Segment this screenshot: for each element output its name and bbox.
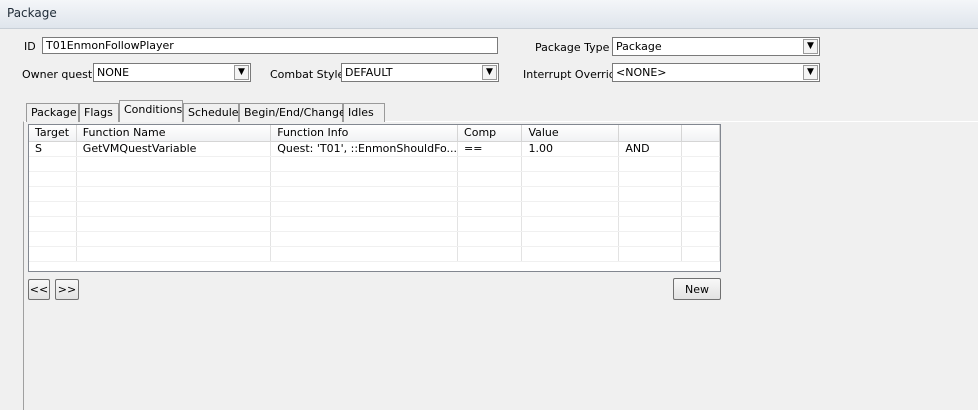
table-row-empty[interactable] <box>29 231 720 247</box>
interrupt-override-value: <NONE> <box>616 66 667 79</box>
column-header-or[interactable] <box>618 125 683 142</box>
chevron-down-icon[interactable]: ▼ <box>803 65 818 80</box>
chevron-down-icon[interactable]: ▼ <box>803 39 818 54</box>
tab-conditions[interactable]: Conditions <box>119 100 183 122</box>
tab-schedule[interactable]: Schedule <box>183 103 239 122</box>
table-row-empty[interactable] <box>29 246 720 262</box>
column-header-blank <box>681 125 720 142</box>
id-input[interactable]: T01EnmonFollowPlayer <box>42 37 498 54</box>
cell-comp: == <box>457 141 523 157</box>
table-row[interactable]: S GetVMQuestVariable Quest: 'T01', ::Enm… <box>29 141 720 157</box>
cell-value: 1.00 <box>521 141 620 157</box>
cell-target: S <box>29 141 77 157</box>
new-button[interactable]: New <box>673 278 721 300</box>
tab-begin-end-change[interactable]: Begin/End/Change <box>239 103 346 122</box>
tab-package[interactable]: Package <box>26 103 79 122</box>
package-type-label: Package Type <box>535 41 610 54</box>
column-header-value[interactable]: Value <box>521 125 620 142</box>
column-header-function-info[interactable]: Function Info <box>270 125 459 142</box>
column-header-comp[interactable]: Comp <box>457 125 523 142</box>
chevron-down-icon[interactable]: ▼ <box>234 65 249 80</box>
package-type-select[interactable]: Package ▼ <box>612 37 820 56</box>
interrupt-override-label: Interrupt Override <box>523 68 623 81</box>
previous-button[interactable]: << <box>28 279 50 300</box>
table-row-empty[interactable] <box>29 201 720 217</box>
conditions-table[interactable]: Target Function Name Function Info Comp … <box>28 124 721 272</box>
cell-blank <box>681 141 720 157</box>
owner-quest-value: NONE <box>97 66 130 79</box>
table-header-row: Target Function Name Function Info Comp … <box>29 125 720 142</box>
table-row-empty[interactable] <box>29 171 720 187</box>
tab-flags[interactable]: Flags <box>79 103 119 122</box>
window-title-bar: Package <box>0 0 978 29</box>
cell-function-name: GetVMQuestVariable <box>76 141 272 157</box>
cell-or: AND <box>618 141 683 157</box>
id-label: ID <box>24 40 36 53</box>
combat-style-value: DEFAULT <box>345 66 393 79</box>
cell-function-info: Quest: 'T01', ::EnmonShouldFo... <box>270 141 459 157</box>
table-row-empty[interactable] <box>29 216 720 232</box>
table-row-empty[interactable] <box>29 186 720 202</box>
chevron-down-icon[interactable]: ▼ <box>482 65 497 80</box>
combat-style-label: Combat Style <box>270 68 345 81</box>
owner-quest-label: Owner quest <box>22 68 93 81</box>
next-button[interactable]: >> <box>55 279 79 300</box>
combat-style-select[interactable]: DEFAULT ▼ <box>341 63 499 82</box>
column-header-target[interactable]: Target <box>29 125 77 142</box>
owner-quest-select[interactable]: NONE ▼ <box>93 63 251 82</box>
column-header-function-name[interactable]: Function Name <box>76 125 272 142</box>
window-title: Package <box>7 6 57 20</box>
interrupt-override-select[interactable]: <NONE> ▼ <box>612 63 820 82</box>
table-row-empty[interactable] <box>29 156 720 172</box>
package-type-value: Package <box>616 40 662 53</box>
tab-idles[interactable]: Idles <box>343 103 385 122</box>
